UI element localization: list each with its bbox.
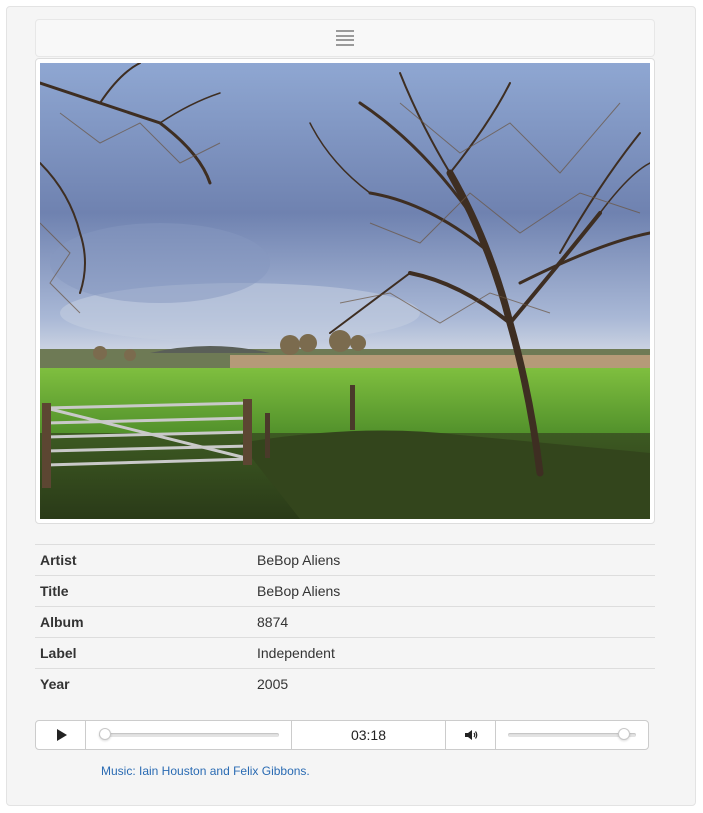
- seek-slider[interactable]: [86, 721, 292, 749]
- metadata-value: 8874: [257, 614, 289, 630]
- volume-handle[interactable]: [618, 728, 631, 740]
- table-row: Album 8874: [35, 606, 655, 638]
- volume-track[interactable]: [508, 728, 636, 740]
- mute-button[interactable]: [446, 721, 496, 749]
- metadata-value: BeBop Aliens: [257, 583, 341, 599]
- table-row: Year 2005: [35, 668, 655, 700]
- table-row: Title BeBop Aliens: [35, 575, 655, 607]
- metadata-key: Year: [40, 676, 70, 693]
- metadata-key: Label: [40, 645, 77, 661]
- album-art-image: [40, 63, 650, 519]
- speaker-icon: [464, 730, 477, 740]
- metadata-value: BeBop Aliens: [257, 552, 341, 568]
- table-row: Artist BeBop Aliens: [35, 544, 655, 576]
- album-art-frame: [35, 58, 655, 524]
- seek-track[interactable]: [98, 728, 279, 740]
- metadata-value: Independent: [257, 645, 335, 661]
- play-icon: [56, 729, 67, 741]
- track-metadata-table: Artist BeBop Aliens Title BeBop Aliens A…: [35, 544, 655, 700]
- metadata-key: Album: [40, 614, 84, 630]
- metadata-key: Artist: [40, 552, 77, 568]
- audio-player: 03:18: [35, 720, 649, 750]
- menu-toggle-button[interactable]: [35, 19, 655, 57]
- table-row: Label Independent: [35, 637, 655, 669]
- volume-slider[interactable]: [496, 721, 648, 749]
- seek-handle[interactable]: [98, 728, 111, 740]
- music-credit-link[interactable]: Music: Iain Houston and Felix Gibbons.: [101, 764, 310, 778]
- metadata-value: 2005: [257, 676, 289, 693]
- hamburger-menu-icon: [336, 30, 354, 46]
- current-time: 03:18: [292, 721, 446, 749]
- metadata-key: Title: [40, 583, 69, 599]
- play-button[interactable]: [36, 721, 86, 749]
